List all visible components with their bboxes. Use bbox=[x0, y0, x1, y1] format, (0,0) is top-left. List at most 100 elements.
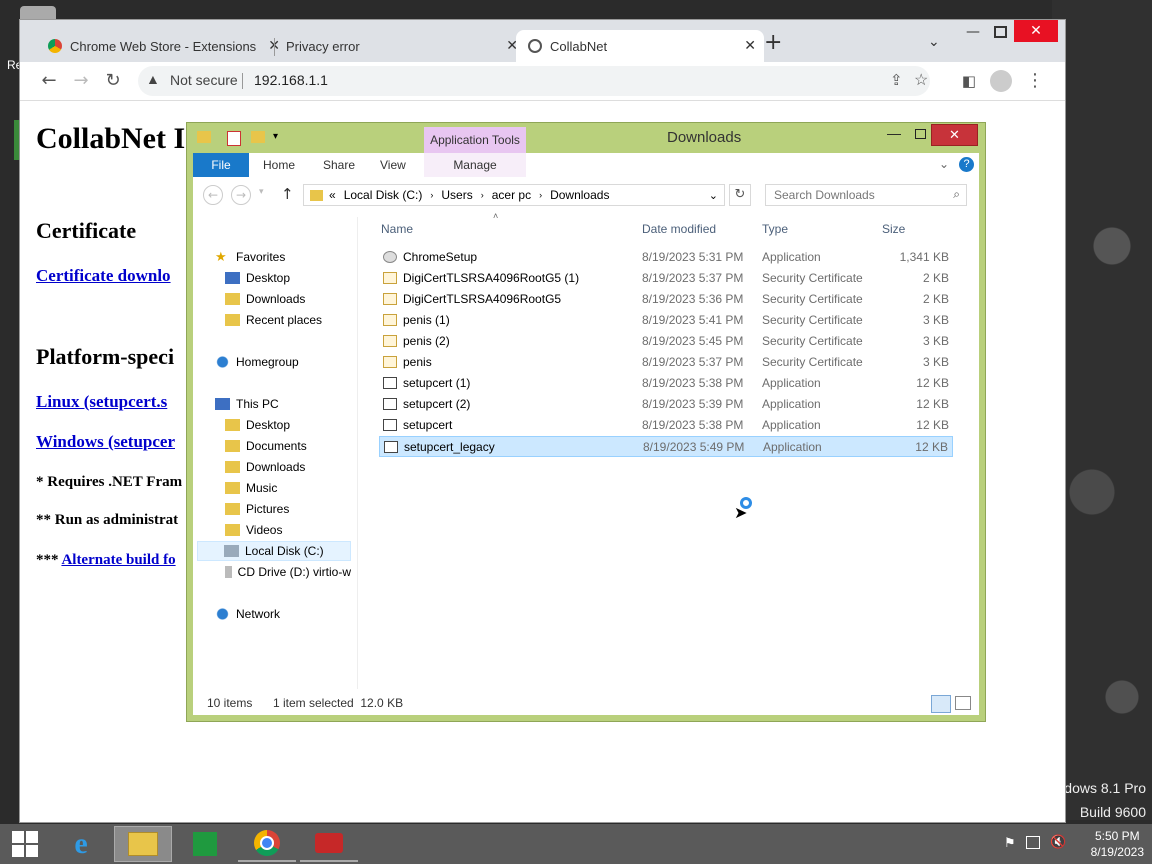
recycle-bin-icon[interactable] bbox=[20, 6, 56, 20]
column-header-date[interactable]: Date modified bbox=[642, 217, 752, 241]
breadcrumb-overflow[interactable]: « bbox=[329, 188, 336, 202]
back-arrow-icon[interactable]: ← bbox=[203, 185, 223, 205]
table-row[interactable]: setupcert 8/19/2023 5:38 PM Application 12 … bbox=[379, 415, 953, 436]
tab-chrome-web-store[interactable]: Chrome Web Store - Extensions ✕ bbox=[34, 30, 288, 62]
tab-search-chevron-icon[interactable]: ⌄ bbox=[928, 34, 940, 50]
system-clock[interactable]: 5:50 PM 8/19/2023 bbox=[1091, 828, 1144, 860]
taskbar-store[interactable] bbox=[176, 826, 234, 862]
nav-network[interactable]: Network bbox=[215, 604, 280, 624]
nav-cddrive[interactable]: CD Drive (D:) virtio-w bbox=[225, 562, 351, 582]
breadcrumb-item-downloads[interactable]: Downloads bbox=[550, 188, 609, 202]
toolbox-icon bbox=[315, 833, 343, 853]
close-window-button[interactable]: ✕ bbox=[1014, 20, 1058, 42]
linux-link[interactable]: Linux (setupcert.s bbox=[36, 392, 167, 412]
help-icon[interactable]: ? bbox=[959, 157, 974, 172]
explorer-titlebar[interactable]: ▾ Application Tools Downloads — ✕ bbox=[187, 123, 985, 153]
nav-videos[interactable]: Videos bbox=[225, 520, 282, 540]
network-tray-icon[interactable] bbox=[1026, 836, 1040, 849]
forward-arrow-icon[interactable]: → bbox=[231, 185, 251, 205]
search-input[interactable]: Search Downloads ⌕ bbox=[765, 184, 967, 206]
tab-collabnet[interactable]: CollabNet ✕ bbox=[516, 30, 764, 62]
tab-privacy-error[interactable]: Privacy error ✕ bbox=[276, 30, 526, 62]
taskbar-chrome[interactable] bbox=[238, 826, 296, 862]
minimize-button[interactable]: — bbox=[887, 125, 901, 141]
table-row[interactable]: setupcert (2) 8/19/2023 5:39 PM Applicatio… bbox=[379, 394, 953, 415]
table-row[interactable]: setupcert (1) 8/19/2023 5:38 PM Applicatio… bbox=[379, 373, 953, 394]
customize-toolbar-icon[interactable]: ▾ bbox=[273, 131, 278, 142]
up-arrow-icon[interactable]: ↑ bbox=[281, 185, 294, 203]
tab-home[interactable]: Home bbox=[263, 153, 295, 177]
breadcrumb[interactable]: « Local Disk (C:) › Users › acer pc › Do… bbox=[303, 184, 725, 206]
table-row[interactable]: penis (1) 8/19/2023 5:41 PM Security Certi… bbox=[379, 310, 953, 331]
nav-pc-downloads[interactable]: Downloads bbox=[225, 457, 305, 477]
new-tab-button[interactable]: + bbox=[764, 30, 782, 55]
nav-recent[interactable]: Recent places bbox=[225, 310, 322, 330]
nav-downloads[interactable]: Downloads bbox=[225, 289, 305, 309]
menu-icon[interactable]: ⋮ bbox=[1024, 70, 1046, 92]
file-size: 1,341 KB bbox=[899, 250, 949, 264]
profile-avatar-icon[interactable] bbox=[990, 70, 1012, 92]
tab-file[interactable]: File bbox=[193, 153, 249, 177]
taskbar-file-explorer[interactable] bbox=[114, 826, 172, 862]
nav-localdisk[interactable]: Local Disk (C:) bbox=[197, 541, 351, 561]
windows-link[interactable]: Windows (setupcer bbox=[36, 432, 175, 452]
nav-documents[interactable]: Documents bbox=[225, 436, 307, 456]
chevron-down-icon[interactable]: ⌄ bbox=[709, 189, 718, 202]
url-text[interactable]: 192.168.1.1 bbox=[254, 72, 328, 88]
tab-manage[interactable]: Manage bbox=[424, 153, 526, 177]
share-icon[interactable]: ⇪ bbox=[890, 71, 903, 89]
large-icons-view-icon[interactable] bbox=[955, 696, 971, 710]
maximize-button[interactable] bbox=[994, 26, 1007, 38]
close-icon[interactable]: ✕ bbox=[744, 37, 756, 54]
start-button[interactable] bbox=[0, 826, 50, 862]
nav-homegroup[interactable]: Homegroup bbox=[215, 352, 299, 372]
side-panel-icon[interactable]: ◧ bbox=[958, 70, 980, 92]
breadcrumb-item-localdisk[interactable]: Local Disk (C:) bbox=[344, 188, 423, 202]
forward-button[interactable]: → bbox=[70, 70, 92, 92]
back-button[interactable]: ← bbox=[38, 70, 60, 92]
nav-favorites[interactable]: ★ Favorites bbox=[215, 247, 285, 267]
quick-access-folder-icon[interactable] bbox=[197, 131, 211, 143]
taskbar-toolbox-app[interactable] bbox=[300, 826, 358, 862]
address-bar[interactable]: ▲ Not secure 192.168.1.1 ⇪ ☆ bbox=[138, 66, 930, 96]
table-row[interactable]: setupcert_legacy 8/19/2023 5:49 PM Applica… bbox=[379, 436, 953, 457]
refresh-icon[interactable]: ↻ bbox=[729, 184, 751, 206]
certificate-download-link[interactable]: Certificate downlo bbox=[36, 266, 171, 286]
action-center-flag-icon[interactable]: ⚑ bbox=[1004, 836, 1016, 851]
file-size: 3 KB bbox=[922, 334, 949, 348]
alternate-build-link[interactable]: Alternate build fo bbox=[61, 552, 175, 568]
volume-muted-icon[interactable]: 🔇 bbox=[1050, 835, 1066, 850]
table-row[interactable]: penis 8/19/2023 5:37 PM Security Certifica… bbox=[379, 352, 953, 373]
breadcrumb-item-users[interactable]: Users bbox=[441, 188, 472, 202]
details-view-icon[interactable] bbox=[931, 695, 951, 713]
nav-desktop[interactable]: Desktop bbox=[225, 268, 290, 288]
column-header-size[interactable]: Size bbox=[882, 217, 952, 241]
nav-thispc[interactable]: This PC bbox=[215, 394, 279, 414]
reload-button[interactable]: ↻ bbox=[102, 70, 124, 92]
not-secure-label[interactable]: Not secure bbox=[170, 72, 238, 88]
tab-share[interactable]: Share bbox=[323, 153, 355, 177]
recent-locations-icon[interactable]: ▾ bbox=[259, 187, 264, 197]
table-row[interactable]: DigiCertTLSRSA4096RootG5 8/19/2023 5:36 P… bbox=[379, 289, 953, 310]
nav-music[interactable]: Music bbox=[225, 478, 277, 498]
tab-view[interactable]: View bbox=[380, 153, 406, 177]
table-row[interactable]: DigiCertTLSRSA4096RootG5 (1) 8/19/2023 5:… bbox=[379, 268, 953, 289]
breadcrumb-item-acerpc[interactable]: acer pc bbox=[492, 188, 531, 202]
nav-label: This PC bbox=[236, 397, 279, 411]
table-row[interactable]: ChromeSetup 8/19/2023 5:31 PM Application 1… bbox=[379, 247, 953, 268]
column-header-name[interactable]: Name bbox=[381, 217, 625, 241]
nav-pictures[interactable]: Pictures bbox=[225, 499, 289, 519]
quick-access-new-folder-icon[interactable] bbox=[251, 131, 265, 143]
cd-drive-icon bbox=[225, 566, 232, 578]
certificate-icon bbox=[383, 272, 397, 284]
column-header-type[interactable]: Type bbox=[762, 217, 872, 241]
table-row[interactable]: penis (2) 8/19/2023 5:45 PM Security Certi… bbox=[379, 331, 953, 352]
quick-access-properties-icon[interactable] bbox=[227, 131, 241, 146]
minimize-button[interactable]: — bbox=[966, 24, 980, 40]
maximize-button[interactable] bbox=[915, 129, 926, 139]
bookmark-star-icon[interactable]: ☆ bbox=[914, 70, 928, 90]
close-window-button[interactable]: ✕ bbox=[931, 124, 978, 146]
nav-pc-desktop[interactable]: Desktop bbox=[225, 415, 290, 435]
taskbar-internet-explorer[interactable]: e bbox=[52, 826, 110, 862]
expand-ribbon-chevron-icon[interactable]: ⌄ bbox=[939, 157, 949, 171]
